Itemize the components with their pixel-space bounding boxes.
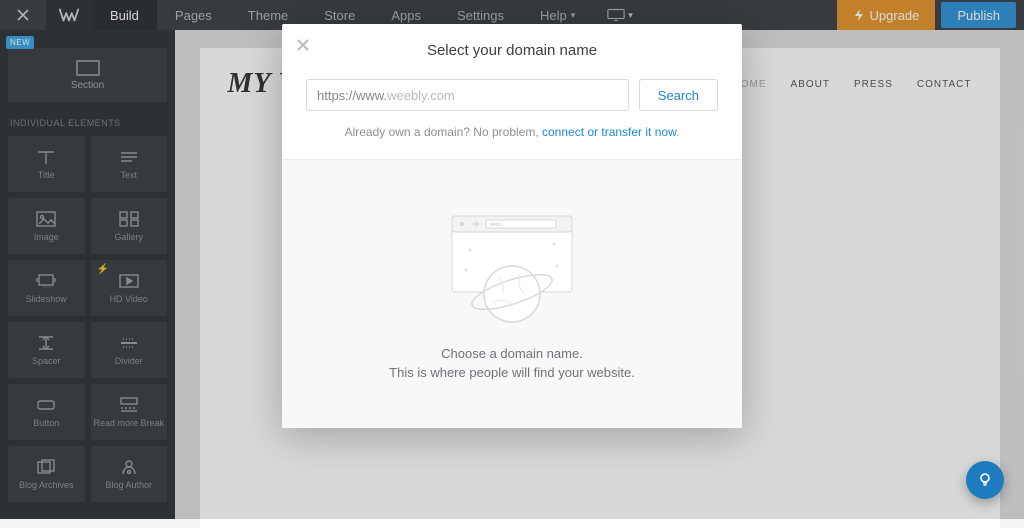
domain-modal: Select your domain name https://www.weeb… — [282, 24, 742, 428]
domain-input-wrapper[interactable]: https://www.weebly.com — [306, 79, 629, 111]
already-own-text: Already own a domain? No problem, connec… — [282, 125, 742, 159]
svg-text:www.: www. — [490, 221, 504, 228]
domain-prefix: https://www. — [317, 88, 387, 103]
domain-input[interactable] — [455, 88, 618, 103]
modal-title: Select your domain name — [282, 24, 742, 79]
connect-transfer-link[interactable]: connect or transfer it now — [542, 125, 676, 139]
domain-search-button[interactable]: Search — [639, 79, 718, 111]
browser-planet-illustration: www. — [442, 210, 582, 330]
domain-suffix: weebly.com — [387, 88, 455, 103]
help-bubble-button[interactable] — [966, 461, 1004, 499]
modal-line2: This is where people will find your webs… — [302, 365, 722, 380]
modal-line1: Choose a domain name. — [302, 346, 722, 361]
lightbulb-icon — [977, 472, 993, 488]
modal-close-button[interactable] — [296, 38, 310, 55]
close-icon — [296, 38, 310, 52]
